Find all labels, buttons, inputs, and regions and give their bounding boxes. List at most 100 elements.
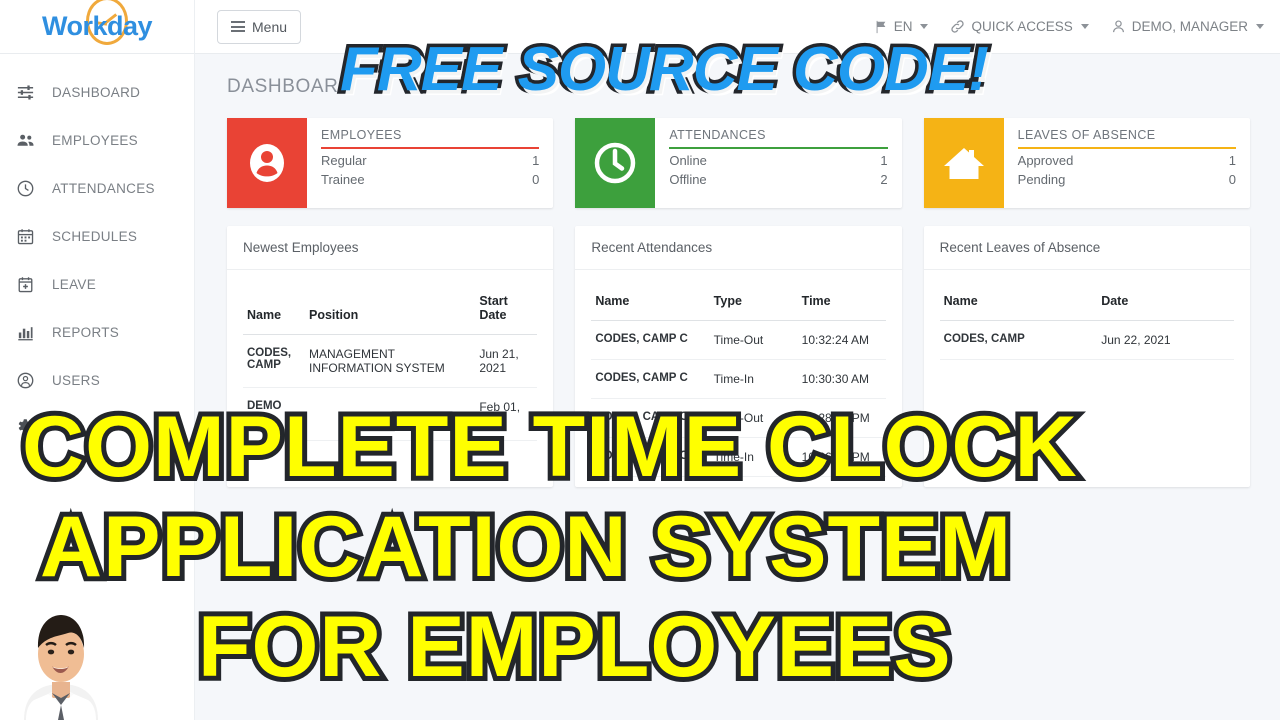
- stat-row-value: 0: [532, 172, 540, 187]
- brand-name: Workday: [41, 11, 153, 41]
- stat-card-title: ATTENDANCES: [669, 128, 766, 142]
- people-icon: [14, 131, 36, 150]
- table-header-row: Name Position Start Date: [243, 276, 538, 335]
- stat-card-row: Trainee 0: [321, 168, 539, 187]
- stat-card-attendances[interactable]: ATTENDANCES Online 1 Offline 2: [575, 118, 902, 208]
- column-header-date: Date: [1097, 276, 1234, 321]
- stat-card-row: Approved 1: [1018, 149, 1236, 168]
- sidebar-label: LEAVE: [52, 276, 97, 292]
- sidebar-label: DASHBOARD: [52, 84, 141, 100]
- cell-time: 10:28:10 PM: [797, 398, 886, 438]
- cell-start-date: Jun 21, 2021: [475, 334, 538, 388]
- recent-attendances-table: Name Type Time CODES, CAMP C Time-Out 10…: [591, 276, 886, 477]
- panels-row: Newest Employees Name Position Start Dat…: [195, 208, 1280, 487]
- stat-row-label: Approved: [1017, 153, 1074, 168]
- main-content: DASHBOARD EMPLOYEES Regular 1 Trainee 0: [195, 54, 1280, 720]
- stat-row-value: 1: [880, 153, 888, 168]
- panel-title: Recent Attendances: [575, 226, 902, 270]
- cell-type: Time-In: [709, 437, 798, 477]
- calendar-plus-icon: [14, 275, 36, 294]
- stat-card-leaves-of-absence[interactable]: LEAVES OF ABSENCE Approved 1 Pending 0: [923, 118, 1250, 208]
- stat-card-employees[interactable]: EMPLOYEES Regular 1 Trainee 0: [227, 118, 554, 208]
- sidebar-item-reports[interactable]: REPORTS: [0, 308, 194, 356]
- stat-row-value: 0: [1228, 172, 1236, 187]
- sidebar-item-users[interactable]: USERS: [0, 356, 194, 404]
- column-header-name: Name: [591, 276, 710, 321]
- newest-employees-table: Name Position Start Date CODES, CAMP MAN…: [243, 276, 538, 441]
- cell-name: DEMO: [243, 387, 305, 441]
- sidebar-item-dashboard[interactable]: DASHBOARD: [0, 68, 194, 116]
- sidebar-item-attendances[interactable]: ATTENDANCES: [0, 164, 194, 212]
- stat-row-label: Offline: [669, 172, 707, 187]
- column-header-position: Position: [305, 276, 476, 335]
- sidebar-label: REPORTS: [52, 324, 120, 340]
- menu-button[interactable]: Menu: [217, 9, 302, 44]
- sidebar-item-settings[interactable]: [0, 404, 194, 452]
- user-circle-icon: [14, 371, 36, 390]
- table-row[interactable]: CODES, CAMP MANAGEMENT INFORMATION SYSTE…: [243, 334, 538, 388]
- table-row[interactable]: CODES, CAMP C Time-Out 10:28:10 PM: [591, 398, 886, 438]
- column-header-time: Time: [797, 276, 886, 321]
- cell-position: [305, 387, 476, 441]
- cell-name: CODES, CAMP: [243, 334, 305, 388]
- sidebar-label: USERS: [52, 372, 101, 388]
- user-account-menu[interactable]: DEMO, MANAGER: [1111, 19, 1264, 34]
- sidebar-label: ATTENDANCES: [52, 180, 155, 196]
- brand-logo[interactable]: Workday: [0, 0, 195, 54]
- panel-title: Recent Leaves of Absence: [923, 226, 1250, 270]
- cell-type: Time-Out: [709, 320, 798, 360]
- stat-row-value: 2: [880, 172, 888, 187]
- bar-chart-icon: [14, 323, 36, 342]
- cell-name: CODES, CAMP C: [591, 437, 710, 477]
- stat-row-value: 1: [532, 153, 540, 168]
- stat-card-row: Offline 2: [669, 168, 887, 187]
- gear-icon: [14, 416, 34, 441]
- sliders-icon: [14, 83, 36, 102]
- column-header-type: Type: [709, 276, 798, 321]
- panel-title: Newest Employees: [227, 226, 554, 270]
- stat-row-label: Regular: [321, 153, 367, 168]
- presenter-photo: [6, 590, 116, 720]
- cell-time: 10:26:32 PM: [797, 437, 886, 477]
- panel-recent-leaves-of-absence: Recent Leaves of Absence Name Date CODES…: [923, 226, 1250, 487]
- stat-row-value: 1: [1228, 153, 1236, 168]
- stat-card-title: LEAVES OF ABSENCE: [1017, 128, 1156, 142]
- calendar-icon: [14, 227, 36, 246]
- top-navigation: EN QUICK ACCESS DEMO, MANAGER: [874, 19, 1280, 34]
- sidebar-item-leave[interactable]: LEAVE: [0, 260, 194, 308]
- stat-card-row: Regular 1: [321, 149, 539, 168]
- column-header-start-date: Start Date: [475, 276, 538, 335]
- cell-type: Time-In: [709, 359, 798, 399]
- hamburger-icon: [231, 21, 245, 32]
- quick-access-menu[interactable]: QUICK ACCESS: [950, 19, 1089, 34]
- chevron-down-icon: [1256, 24, 1264, 29]
- stat-row-label: Online: [669, 153, 707, 168]
- link-icon: [950, 19, 965, 34]
- stat-card-row: Online 1: [669, 149, 887, 168]
- cell-time: 10:30:30 AM: [797, 359, 886, 399]
- chevron-down-icon: [920, 24, 929, 29]
- clock-icon: [575, 118, 656, 208]
- menu-button-label: Menu: [252, 18, 288, 35]
- panel-recent-attendances: Recent Attendances Name Type Time CODES,…: [575, 226, 902, 487]
- stat-card-title: EMPLOYEES: [321, 128, 402, 142]
- home-icon: [923, 118, 1004, 208]
- panel-newest-employees: Newest Employees Name Position Start Dat…: [227, 226, 554, 487]
- table-row[interactable]: CODES, CAMP C Time-In 10:26:32 PM: [591, 437, 886, 477]
- table-row[interactable]: CODES, CAMP C Time-In 10:30:30 AM: [591, 359, 886, 399]
- flag-icon: [874, 20, 888, 34]
- user-account-label: DEMO, MANAGER: [1131, 19, 1248, 34]
- table-row[interactable]: CODES, CAMP C Time-Out 10:32:24 AM: [591, 320, 886, 360]
- sidebar-item-employees[interactable]: EMPLOYEES: [0, 116, 194, 164]
- stat-row-label: Pending: [1017, 172, 1066, 187]
- person-icon: [227, 118, 307, 208]
- column-header-name: Name: [939, 276, 1098, 321]
- table-row[interactable]: DEMO Feb 01, 2020: [243, 387, 538, 441]
- sidebar-label: EMPLOYEES: [52, 132, 138, 148]
- page-title: DASHBOARD: [227, 76, 353, 97]
- table-row[interactable]: CODES, CAMP Jun 22, 2021: [939, 320, 1234, 360]
- table-header-row: Name Date: [939, 276, 1234, 321]
- language-selector[interactable]: EN: [874, 19, 929, 34]
- sidebar-item-schedules[interactable]: SCHEDULES: [0, 212, 194, 260]
- clock-icon: [14, 179, 36, 198]
